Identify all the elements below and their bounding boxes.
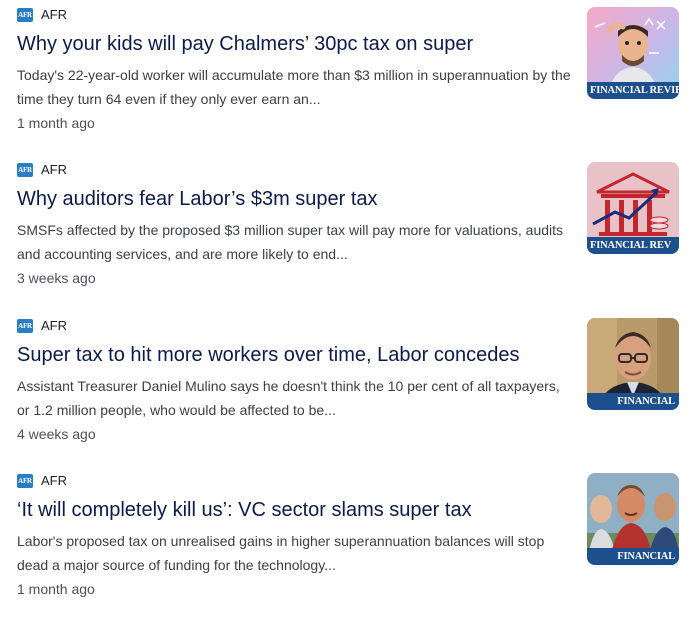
article-headline[interactable]: Super tax to hit more workers over time,… xyxy=(17,341,577,369)
news-article-2[interactable]: AFR AFR Why auditors fear Labor’s $3m su… xyxy=(0,155,699,305)
article-headline[interactable]: Why your kids will pay Chalmers’ 30pc ta… xyxy=(17,30,577,58)
afr-logo-icon: AFR xyxy=(17,474,33,488)
source-row: AFR AFR xyxy=(17,7,67,23)
source-row: AFR AFR xyxy=(17,473,67,489)
source-row: AFR AFR xyxy=(17,318,67,334)
news-feed: AFR AFR Why your kids will pay Chalmers’… xyxy=(0,0,699,623)
article-timestamp: 1 month ago xyxy=(17,581,95,597)
afr-logo-icon: AFR xyxy=(17,8,33,22)
afr-logo-icon: AFR xyxy=(17,319,33,333)
thumbnail-banner: FINANCIAL REV xyxy=(587,237,679,254)
source-name: AFR xyxy=(41,162,67,177)
news-article-1[interactable]: AFR AFR Why your kids will pay Chalmers’… xyxy=(0,0,699,150)
article-snippet: Labor's proposed tax on unrealised gains… xyxy=(17,533,545,573)
article-thumbnail[interactable]: FINANCIAL REVIEW xyxy=(587,7,679,99)
thumbnail-banner: FINANCIAL xyxy=(587,548,679,565)
news-article-3[interactable]: AFR AFR Super tax to hit more workers ov… xyxy=(0,311,699,461)
article-thumbnail[interactable]: FINANCIAL xyxy=(587,473,679,565)
article-timestamp: 3 weeks ago xyxy=(17,270,96,286)
article-thumbnail[interactable]: FINANCIAL REV xyxy=(587,162,679,254)
source-name: AFR xyxy=(41,318,67,333)
thumbnail-banner: FINANCIAL REVIEW xyxy=(587,82,679,99)
article-snippet: SMSFs affected by the proposed $3 millio… xyxy=(17,222,564,262)
source-name: AFR xyxy=(41,7,67,22)
article-timestamp: 4 weeks ago xyxy=(17,426,96,442)
afr-logo-icon: AFR xyxy=(17,163,33,177)
article-thumbnail[interactable]: FINANCIAL xyxy=(587,318,679,410)
thumbnail-banner: FINANCIAL xyxy=(587,393,679,410)
source-row: AFR AFR xyxy=(17,162,67,178)
article-snippet: Today's 22-year-old worker will accumula… xyxy=(17,67,571,107)
news-article-4[interactable]: AFR AFR ‘It will completely kill us’: VC… xyxy=(0,466,699,616)
article-headline[interactable]: ‘It will completely kill us’: VC sector … xyxy=(17,496,577,524)
article-timestamp: 1 month ago xyxy=(17,115,95,131)
source-name: AFR xyxy=(41,473,67,488)
article-headline[interactable]: Why auditors fear Labor’s $3m super tax xyxy=(17,185,577,213)
article-snippet: Assistant Treasurer Daniel Mulino says h… xyxy=(17,378,560,418)
